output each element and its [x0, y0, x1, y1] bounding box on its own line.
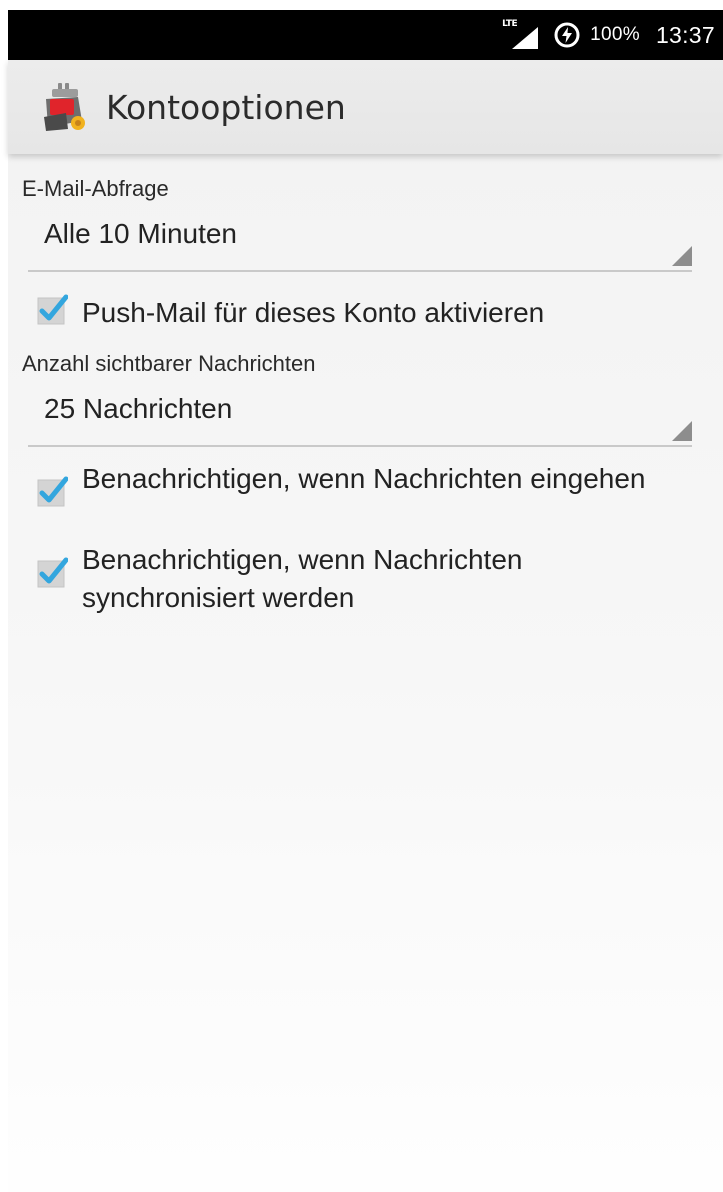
polling-value: Alle 10 Minuten: [44, 218, 238, 249]
battery-percent: 100%: [590, 24, 640, 45]
polling-label: E-Mail-Abfrage: [22, 176, 169, 201]
push-mail-row[interactable]: Push-Mail für dieses Konto aktivieren: [36, 294, 696, 332]
push-mail-label: Push-Mail für dieses Konto aktivieren: [82, 297, 545, 328]
visible-count-value: 25 Nachrichten: [44, 393, 233, 424]
notify-incoming-checkbox[interactable]: [36, 476, 68, 508]
screen: LTE 100% 13:37 Kontooptionen E-Mail-Abfr…: [0, 0, 723, 1192]
notify-sync-row[interactable]: Benachrichtigen, wenn Nachrichten synchr…: [36, 541, 696, 617]
battery-saver-icon: [554, 22, 580, 48]
visible-count-label: Anzahl sichtbarer Nachrichten: [22, 351, 316, 376]
dropdown-arrow-icon: [672, 246, 692, 266]
notify-incoming-label: Benachrichtigen, wenn Nachrichten eingeh…: [82, 463, 646, 494]
polling-spinner[interactable]: Alle 10 Minuten: [28, 210, 692, 272]
action-bar: Kontooptionen: [8, 60, 723, 154]
lte-signal-icon: LTE: [502, 19, 539, 49]
notify-sync-checkbox[interactable]: [36, 557, 68, 589]
settings-list: E-Mail-Abfrage Alle 10 Minuten Push-Mail…: [8, 154, 723, 1192]
notify-incoming-row[interactable]: Benachrichtigen, wenn Nachrichten eingeh…: [36, 460, 696, 508]
dropdown-arrow-icon: [672, 421, 692, 441]
mail-app-icon[interactable]: [38, 81, 90, 133]
notify-sync-label: Benachrichtigen, wenn Nachrichten synchr…: [82, 544, 523, 613]
page-title: Kontooptionen: [106, 87, 346, 127]
push-mail-checkbox[interactable]: [36, 294, 68, 326]
status-bar: LTE 100% 13:37: [8, 10, 723, 60]
visible-count-spinner[interactable]: 25 Nachrichten: [28, 385, 692, 447]
clock: 13:37: [655, 21, 715, 48]
